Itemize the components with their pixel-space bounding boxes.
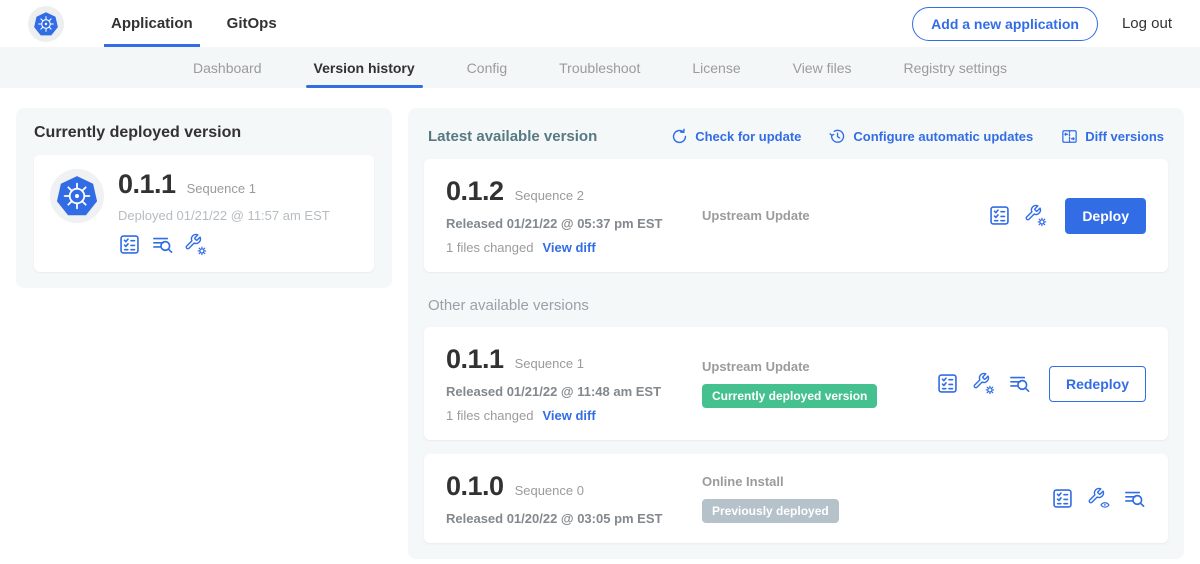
top-nav-tabs: Application GitOps (94, 0, 294, 47)
add-application-button[interactable]: Add a new application (912, 7, 1098, 41)
main-content: Currently deployed version 0.1.1 Sequenc… (0, 88, 1200, 564)
tab-application[interactable]: Application (94, 0, 210, 47)
preflight-checks-icon[interactable] (988, 204, 1011, 227)
deployed-timestamp: Deployed 01/21/22 @ 11:57 am EST (118, 208, 330, 223)
edit-config-icon[interactable] (972, 372, 995, 395)
deployed-sequence-label: Sequence 1 (187, 181, 256, 196)
tab-config[interactable]: Config (441, 47, 533, 88)
released-timestamp: Released 01/21/22 @ 11:48 am EST (446, 384, 702, 399)
status-badge: Previously deployed (702, 499, 839, 523)
refresh-icon (671, 128, 688, 145)
deploy-logs-icon[interactable] (151, 233, 174, 256)
version-number: 0.1.2 (446, 176, 504, 207)
top-nav: Application GitOps Add a new application… (0, 0, 1200, 47)
sequence-label: Sequence 0 (515, 483, 584, 498)
tab-dashboard[interactable]: Dashboard (167, 47, 288, 88)
deployed-version-card: 0.1.1 Sequence 1 Deployed 01/21/22 @ 11:… (34, 155, 374, 272)
redeploy-button[interactable]: Redeploy (1049, 366, 1146, 402)
view-diff-link[interactable]: View diff (542, 240, 595, 255)
deployed-icon-row (118, 233, 330, 256)
version-card: 0.1.2 Sequence 2 Released 01/21/22 @ 05:… (424, 159, 1168, 272)
versions-panel-header: Latest available version Check for updat… (428, 128, 1164, 145)
deploy-logs-icon[interactable] (1123, 487, 1146, 510)
version-number: 0.1.1 (446, 344, 504, 375)
deploy-button[interactable]: Deploy (1065, 198, 1146, 234)
version-actions: Redeploy (936, 366, 1146, 402)
tab-version-history[interactable]: Version history (288, 47, 441, 88)
logout-button[interactable]: Log out (1122, 15, 1172, 32)
diff-versions-link[interactable]: Diff versions (1061, 128, 1164, 145)
sequence-label: Sequence 2 (515, 188, 584, 203)
kubernetes-logo-icon (28, 6, 64, 42)
tab-view-files[interactable]: View files (767, 47, 878, 88)
configure-automatic-updates-link[interactable]: Configure automatic updates (829, 128, 1033, 145)
tab-registry-settings[interactable]: Registry settings (878, 47, 1033, 88)
version-actions: Deploy (988, 198, 1146, 234)
preflight-checks-icon[interactable] (118, 233, 141, 256)
source-label: Upstream Update (702, 208, 988, 223)
latest-available-title: Latest available version (428, 128, 597, 145)
deployed-version-number: 0.1.1 (118, 169, 176, 200)
version-status-column: Upstream Update Currently deployed versi… (702, 359, 936, 408)
check-for-update-link[interactable]: Check for update (671, 128, 801, 145)
preflight-checks-icon[interactable] (1051, 487, 1074, 510)
edit-config-icon[interactable] (184, 233, 207, 256)
link-label: Check for update (695, 129, 801, 144)
version-status-column: Online Install Previously deployed (702, 474, 1051, 523)
released-timestamp: Released 01/21/22 @ 05:37 pm EST (446, 216, 702, 231)
tab-license[interactable]: License (666, 47, 766, 88)
versions-panel: Latest available version Check for updat… (408, 108, 1184, 559)
currently-deployed-panel: Currently deployed version 0.1.1 Sequenc… (16, 108, 392, 288)
diff-icon (1061, 128, 1078, 145)
schedule-icon (829, 128, 846, 145)
files-changed-label: 1 files changed (446, 408, 533, 423)
other-versions-title: Other available versions (428, 297, 1164, 314)
sequence-label: Sequence 1 (515, 356, 584, 371)
status-badge: Currently deployed version (702, 384, 877, 408)
version-card: 0.1.0 Sequence 0 Released 01/20/22 @ 03:… (424, 454, 1168, 543)
view-config-icon[interactable] (1087, 487, 1110, 510)
preflight-checks-icon[interactable] (936, 372, 959, 395)
version-status-column: Upstream Update (702, 208, 988, 223)
version-actions (1051, 487, 1146, 510)
link-label: Configure automatic updates (853, 129, 1033, 144)
files-changed-row: 1 files changed View diff (446, 240, 702, 255)
link-label: Diff versions (1085, 129, 1164, 144)
version-card: 0.1.1 Sequence 1 Released 01/21/22 @ 11:… (424, 327, 1168, 440)
files-changed-row: 1 files changed View diff (446, 408, 702, 423)
released-timestamp: Released 01/20/22 @ 03:05 pm EST (446, 511, 702, 526)
kubernetes-app-icon (50, 169, 104, 223)
top-nav-right: Add a new application Log out (912, 7, 1172, 41)
tab-troubleshoot[interactable]: Troubleshoot (533, 47, 666, 88)
source-label: Upstream Update (702, 359, 936, 374)
view-diff-link[interactable]: View diff (542, 408, 595, 423)
files-changed-label: 1 files changed (446, 240, 533, 255)
panel-actions: Check for update Configure automatic upda… (671, 128, 1164, 145)
version-number: 0.1.0 (446, 471, 504, 502)
source-label: Online Install (702, 474, 1051, 489)
tab-gitops[interactable]: GitOps (210, 0, 294, 47)
currently-deployed-title: Currently deployed version (34, 124, 374, 142)
deploy-logs-icon[interactable] (1008, 372, 1031, 395)
edit-config-icon[interactable] (1024, 204, 1047, 227)
sub-nav: DashboardVersion historyConfigTroublesho… (0, 47, 1200, 88)
